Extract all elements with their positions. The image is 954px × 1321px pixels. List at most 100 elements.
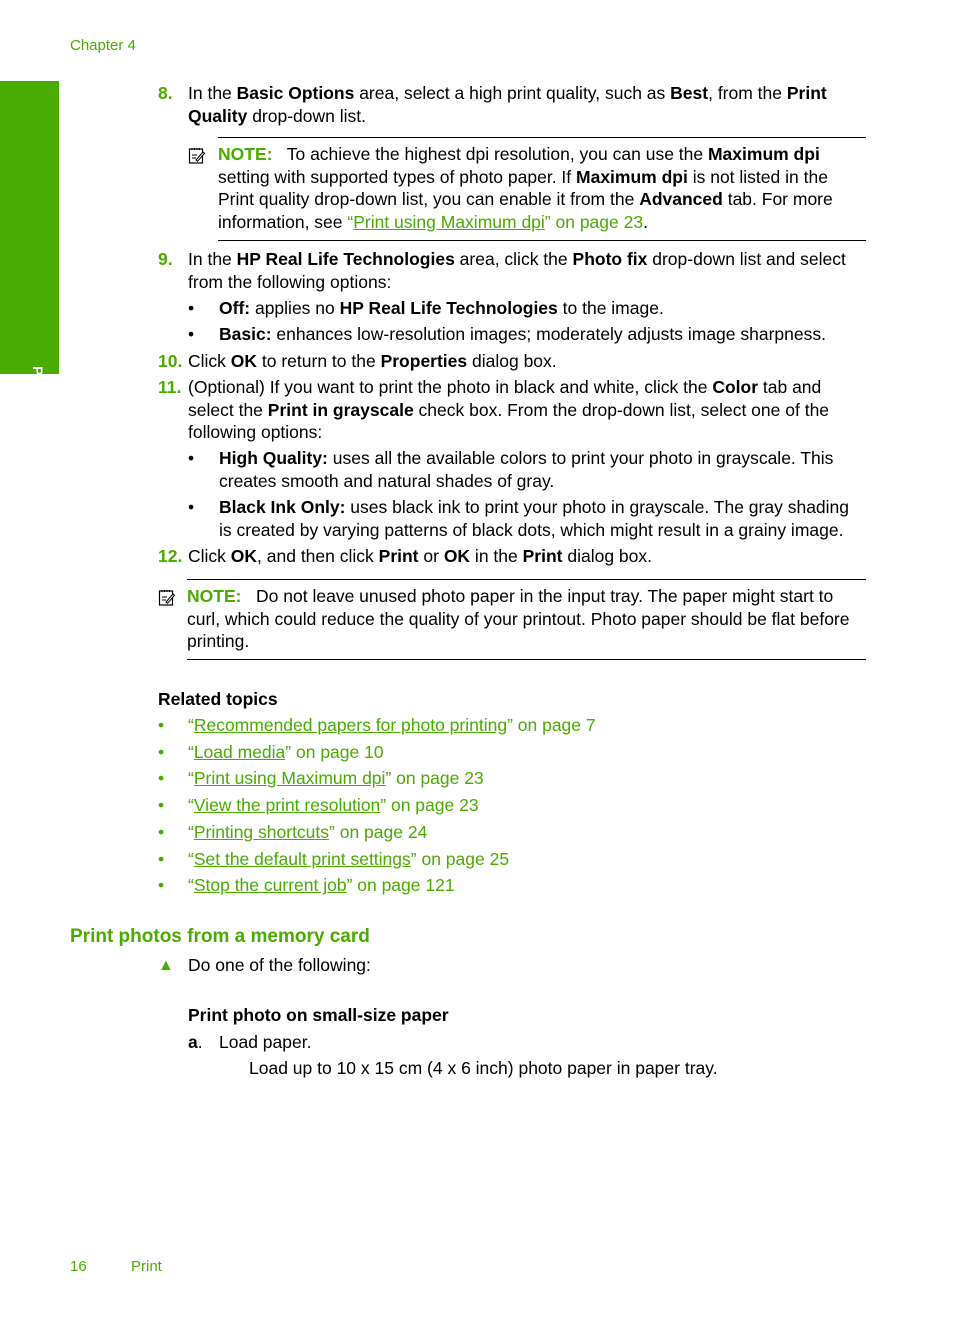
bold-text: OK	[443, 546, 471, 566]
step-12: 12.	[158, 545, 182, 568]
text: or	[418, 546, 444, 566]
step-number: 11.	[158, 377, 182, 397]
bullet: •	[188, 298, 195, 318]
link-page-ref: ” on page 23	[385, 768, 484, 789]
note-rule-bottom	[218, 240, 866, 241]
link-page-ref: ” on page 24	[329, 821, 428, 842]
link-page-ref: ” on page 25	[410, 848, 510, 869]
text: , and then click	[257, 546, 379, 566]
step-11-text: (Optional) If you want to print the phot…	[188, 376, 829, 444]
bold-text: HP Real Life Technologies	[236, 249, 455, 269]
step-9-text: In the HP Real Life Technologies area, c…	[188, 248, 846, 293]
bold-text: High Quality:	[219, 448, 328, 468]
step-8: 8.	[158, 82, 173, 105]
text: tab. For more	[722, 189, 833, 209]
related-topic-link[interactable]: Recommended papers for photo printing	[194, 715, 507, 735]
step-number: 9.	[158, 249, 173, 269]
option-basic: Basic: enhances low-resolution images; m…	[219, 323, 826, 346]
side-tab: Print	[0, 81, 59, 398]
text: from the following options:	[188, 271, 392, 292]
related-topic-item: “View the print resolution” on page 23	[188, 794, 479, 817]
bold-text: Basic Options	[236, 83, 355, 103]
bold-text: Photo fix	[572, 249, 648, 269]
related-topic-link[interactable]: Set the default print settings	[194, 849, 411, 869]
text: Print quality drop-down list, you can en…	[218, 189, 640, 209]
text: applies no	[250, 298, 340, 318]
bold-text: Maximum dpi	[576, 166, 688, 187]
related-topic-link[interactable]: Load media	[194, 742, 285, 762]
bold-text: Maximum dpi	[707, 144, 820, 164]
note-rule-top	[187, 579, 866, 580]
option-black-ink: Black Ink Only: uses black ink to print …	[219, 496, 849, 541]
related-topic-link[interactable]: Print using Maximum dpi	[194, 768, 386, 788]
option-off: Off: applies no HP Real Life Technologie…	[219, 297, 664, 320]
step-letter: a	[188, 1032, 198, 1052]
related-topics-heading: Related topics	[158, 689, 278, 709]
bullet: •	[158, 848, 165, 869]
triangle-icon: ▲	[158, 957, 174, 974]
text: drop-down list and select	[647, 249, 846, 269]
text: (Optional) If you want to print the phot…	[188, 377, 713, 397]
bold-text: Black Ink Only:	[219, 497, 346, 517]
text: drop-down list.	[247, 105, 366, 126]
note-1: NOTE: To achieve the highest dpi resolut…	[218, 143, 833, 233]
step-11: 11.	[158, 376, 181, 399]
bold-text: Properties	[380, 351, 468, 371]
bullet: •	[158, 741, 165, 762]
section-intro: Do one of the following:	[188, 955, 371, 975]
bullet: •	[158, 795, 165, 816]
note-rule-top	[218, 137, 866, 138]
text: , from the	[708, 83, 787, 103]
step-9: 9.	[158, 248, 173, 271]
link-print-max-dpi[interactable]: Print using Maximum dpi	[353, 212, 545, 232]
text: to the image.	[557, 298, 664, 318]
bold-text: Quality	[188, 105, 248, 126]
footer-section: Print	[131, 1258, 162, 1275]
note-icon	[158, 588, 176, 611]
text: tab and	[758, 377, 822, 397]
text: Click	[188, 546, 231, 566]
text: check box. From the drop-down list, sele…	[413, 399, 830, 420]
text: select the	[188, 399, 268, 420]
text: to return to the	[257, 351, 381, 371]
link-page-ref: ” on page 7	[507, 715, 596, 735]
text: .	[643, 211, 648, 232]
related-topic-link[interactable]: View the print resolution	[194, 795, 380, 815]
step-a-label: a.	[188, 1031, 203, 1054]
bullet: •	[188, 324, 195, 344]
text: .	[197, 1032, 203, 1052]
text: creates smooth and natural shades of gra…	[219, 470, 555, 491]
text: curl, which could reduce the quality of …	[187, 608, 850, 629]
text: In the	[188, 249, 237, 269]
text: Do not leave unused photo paper in the i…	[256, 586, 834, 606]
bold-text: Basic:	[219, 324, 272, 344]
link-page-ref: ” on page 23	[544, 211, 644, 232]
related-topic-item: “Stop the current job” on page 121	[188, 874, 455, 897]
step-12-text: Click OK, and then click Print or OK in …	[188, 545, 652, 568]
note-label: NOTE:	[218, 144, 273, 164]
chapter-label: Chapter 4	[70, 37, 136, 54]
section-title: Print photos from a memory card	[70, 926, 370, 947]
text: following options:	[188, 422, 323, 442]
related-topic-link[interactable]: Stop the current job	[194, 875, 347, 895]
note-icon	[188, 146, 206, 169]
bold-text: Print	[522, 546, 563, 566]
step-a-text: Load paper.	[219, 1032, 312, 1052]
link-page-ref: ” on page 23	[380, 795, 479, 816]
page-number: 16	[70, 1258, 87, 1275]
text: information, see	[218, 211, 348, 232]
step-10: 10.	[158, 350, 182, 373]
note-2: NOTE: Do not leave unused photo paper in…	[187, 585, 850, 653]
related-topic-link[interactable]: Printing shortcuts	[194, 822, 329, 842]
text: is created by varying patterns of black …	[219, 519, 844, 540]
bold-text: HP Real Life Technologies	[339, 298, 558, 318]
bullet: •	[188, 497, 195, 517]
step-8-text: In the Basic Options area, select a high…	[188, 82, 827, 127]
bold-text: Color	[712, 377, 759, 397]
bullet: •	[188, 448, 195, 468]
step-number: 10.	[158, 351, 183, 371]
note-rule-bottom	[187, 659, 866, 660]
related-topic-item: “Load media” on page 10	[188, 741, 384, 764]
bold-text: Off:	[219, 298, 251, 318]
related-topic-item: “Print using Maximum dpi” on page 23	[188, 767, 484, 790]
